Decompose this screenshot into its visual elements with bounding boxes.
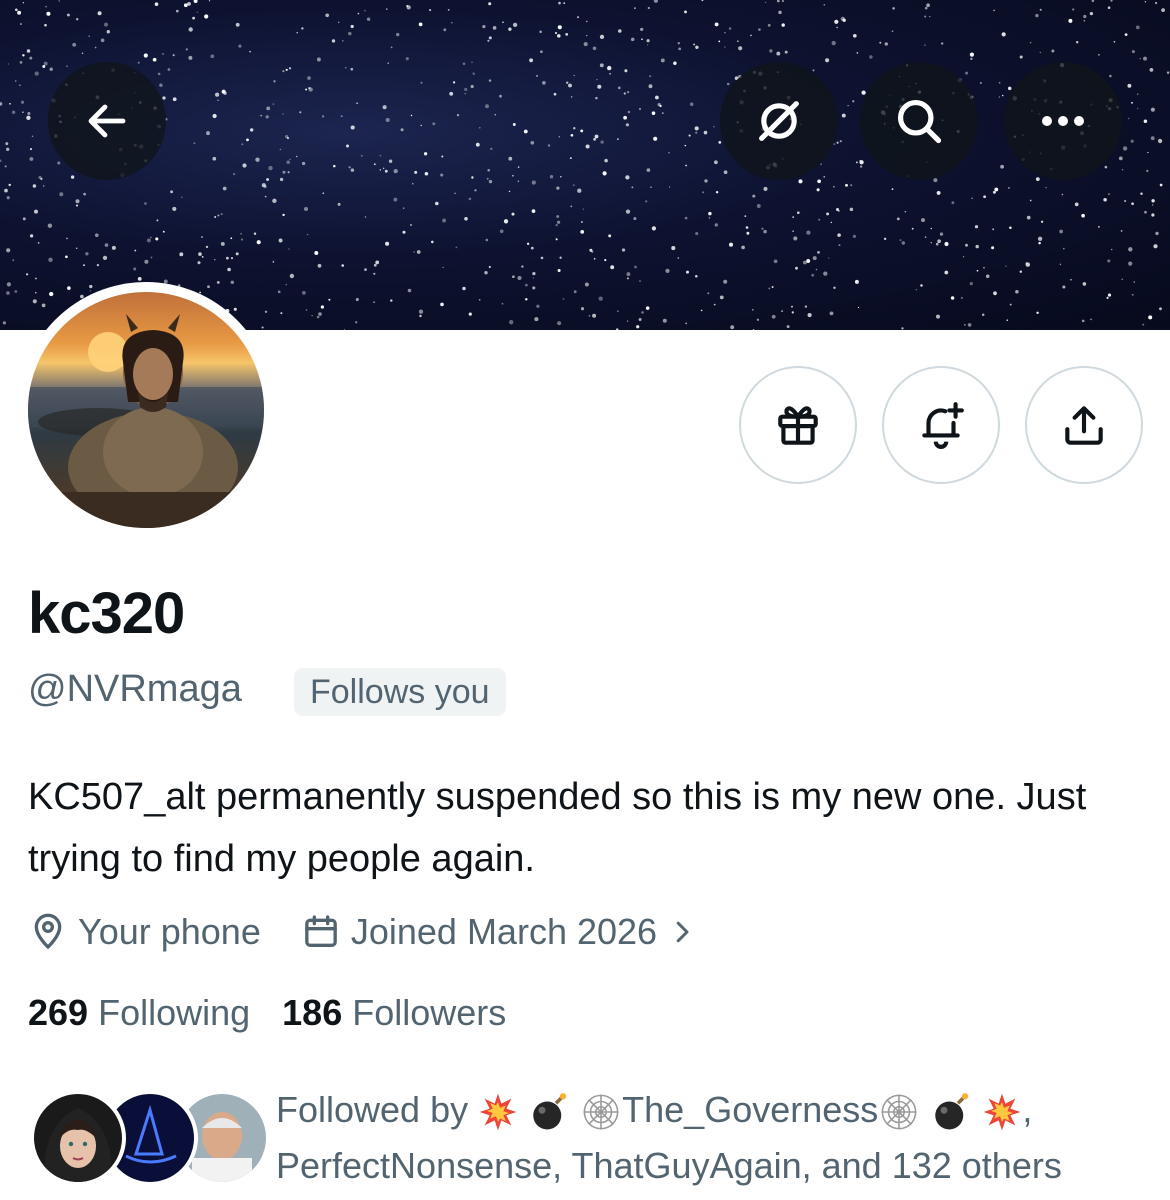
bomb-icon [935,1093,969,1130]
collision-icon [983,1094,1021,1131]
follower-avatar [30,1090,126,1186]
share-icon [1065,406,1103,445]
followed-by-prefix: Followed by [276,1089,469,1130]
collision-icon [479,1094,517,1131]
gift-icon [778,406,818,445]
follow-counts: 269 Following 186 Followers [28,992,538,1034]
location: Your phone [28,911,261,953]
display-name: kc320 [28,581,185,646]
followers-count: 186 [282,992,343,1033]
more-horizontal-icon [1042,116,1084,126]
grok-button[interactable] [720,62,838,180]
search-icon [897,99,942,144]
profile-avatar[interactable] [18,282,274,538]
notify-button[interactable] [882,366,1000,484]
arrow-left-icon [88,104,126,138]
followed-by-text[interactable]: Followed by The_Governess , PerfectNonse… [276,1082,1156,1194]
gift-button[interactable] [739,366,857,484]
following-link[interactable]: 269 Following [28,992,250,1034]
location-text: Your phone [78,911,261,952]
follower-name[interactable]: The_Governess [622,1089,878,1130]
chevron-right-icon [676,921,689,943]
following-count: 269 [28,992,89,1033]
bomb-icon [533,1093,567,1130]
profile-meta: Your phone Joined March 2026 [28,906,707,958]
avatar-image [28,292,264,528]
starfield-image [0,0,1170,330]
bell-plus-icon [922,402,964,449]
grok-slash-icon [759,101,799,141]
back-button[interactable] [48,62,166,180]
joined-date[interactable]: Joined March 2026 [301,911,707,953]
follows-you-badge: Follows you [294,668,506,716]
more-button[interactable] [1004,62,1122,180]
calendar-icon [305,915,337,947]
profile-banner[interactable] [0,0,1170,330]
followers-link[interactable]: 186 Followers [282,992,506,1034]
followed-by-avatars[interactable] [30,1090,270,1190]
joined-text: Joined March 2026 [350,911,658,952]
search-button[interactable] [860,62,978,180]
profile-bio: KC507_alt permanently suspended so this … [28,776,1087,880]
spider-web-icon [881,1094,917,1130]
spider-web-icon [583,1094,619,1130]
followers-label: Followers [352,992,507,1033]
share-button[interactable] [1025,366,1143,484]
location-pin-icon [34,913,62,950]
following-label: Following [98,992,251,1033]
user-handle: @NVRmaga [28,668,242,710]
